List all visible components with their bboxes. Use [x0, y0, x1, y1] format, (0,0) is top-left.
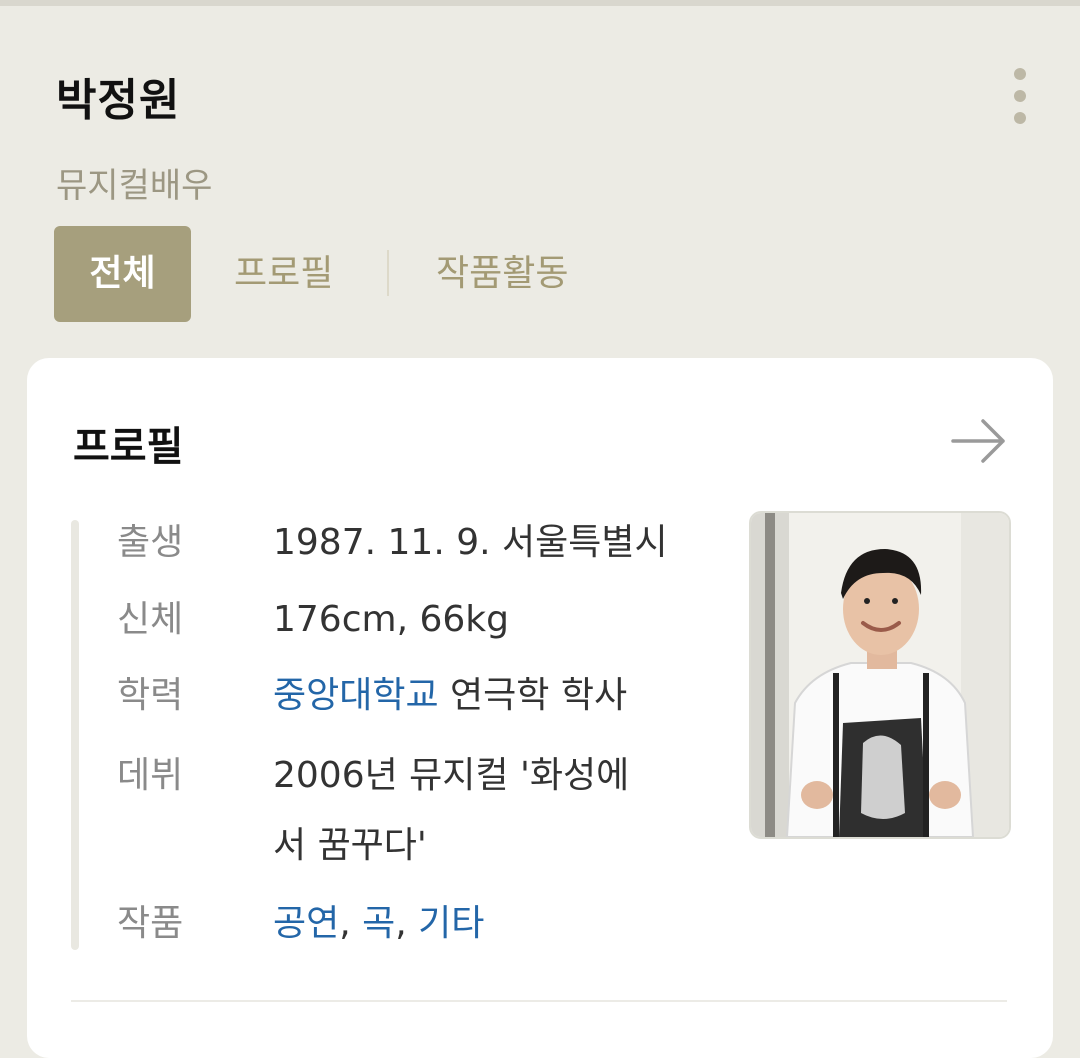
- tab-works[interactable]: 작품활동: [436, 226, 568, 322]
- education-degree: 연극학 학사: [438, 675, 628, 716]
- body-value: 176cm, 66kg: [273, 599, 509, 640]
- tab-profile[interactable]: 프로필: [234, 226, 333, 322]
- birth-value: 1987. 11. 9. 서울특별시: [273, 522, 668, 563]
- profile-photo[interactable]: [749, 511, 1011, 839]
- works-link-performance[interactable]: 공연: [273, 903, 339, 944]
- profile-card: 프로필 출생 1987. 11. 9. 서울특별시 신체 176cm, 66kg…: [27, 358, 1053, 1058]
- page-title: 박정원: [56, 75, 181, 126]
- works-value: 공연, 곡, 기타: [273, 888, 484, 960]
- profile-section-title: 프로필: [73, 424, 184, 470]
- works-separator: ,: [395, 903, 419, 944]
- education-value: 중앙대학교 연극학 학사: [273, 660, 627, 732]
- profile-side-bar: [71, 520, 79, 950]
- tab-all[interactable]: 전체: [54, 226, 191, 322]
- works-separator: ,: [339, 903, 363, 944]
- works-link-etc[interactable]: 기타: [418, 903, 484, 944]
- more-options-button[interactable]: [1000, 64, 1040, 128]
- card-divider: [71, 1000, 1007, 1002]
- tab-divider: [387, 250, 389, 296]
- more-vertical-icon: [1014, 68, 1026, 80]
- education-school-link[interactable]: 중앙대학교: [273, 675, 439, 716]
- works-link-song[interactable]: 곡: [362, 903, 395, 944]
- top-edge: [0, 0, 1080, 6]
- page-subtitle: 뮤지컬배우: [56, 166, 213, 206]
- works-label: 작품: [117, 903, 184, 944]
- more-vertical-icon-dot: [1014, 90, 1026, 102]
- more-vertical-icon-dot: [1014, 112, 1026, 124]
- debut-value-line1: 2006년 뮤지컬 '화성에: [273, 755, 630, 796]
- birth-label: 출생: [117, 522, 184, 563]
- debut-label: 데뷔: [117, 755, 184, 796]
- body-label: 신체: [117, 599, 184, 640]
- education-label: 학력: [117, 675, 184, 716]
- debut-value-line2: 서 꿈꾸다': [273, 825, 427, 866]
- arrow-right-icon[interactable]: [949, 416, 1009, 466]
